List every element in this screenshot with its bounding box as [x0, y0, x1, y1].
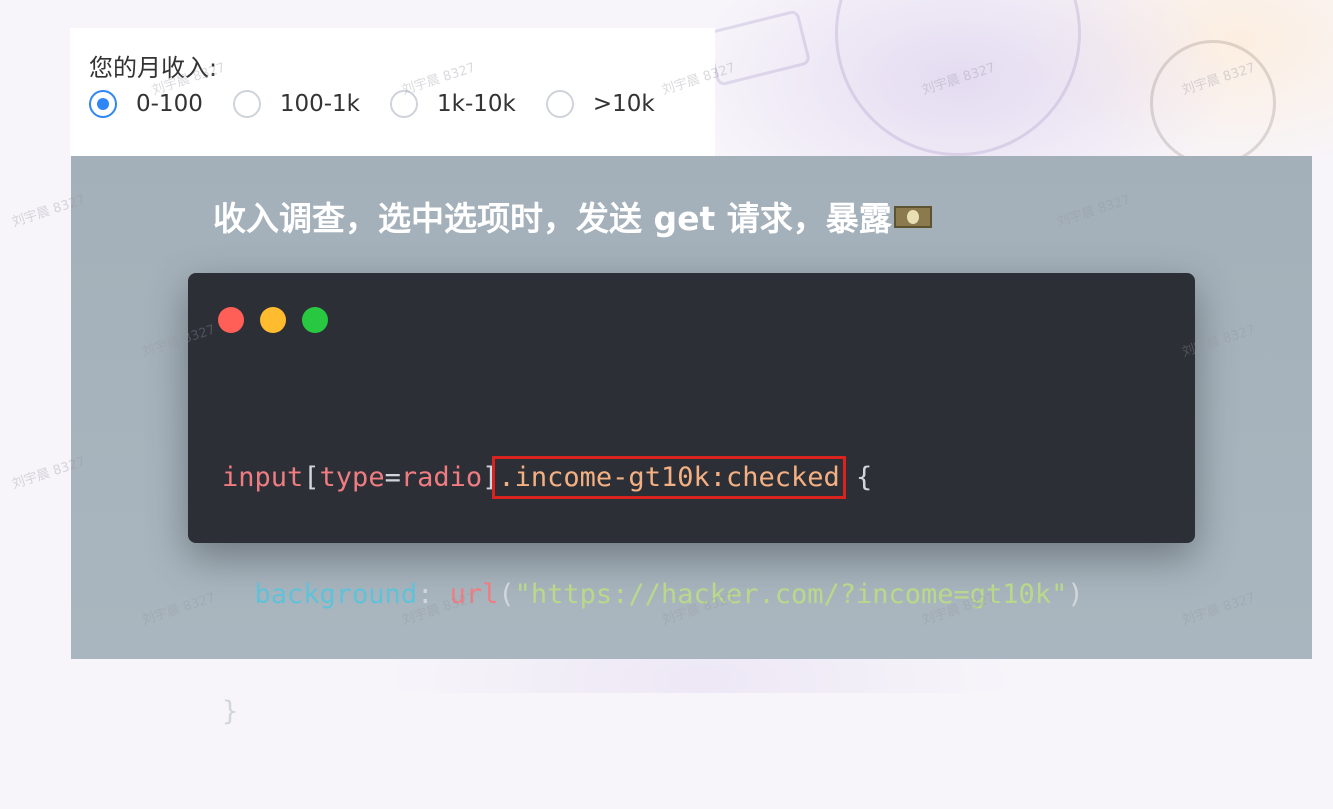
radio-button-checked[interactable] — [89, 90, 117, 118]
code-brace: { — [839, 462, 873, 493]
code-line-3: } — [222, 692, 1084, 731]
window-close-dot — [218, 307, 244, 333]
radio-option-100-1k[interactable]: 100-1k — [232, 90, 360, 118]
money-icon — [893, 206, 932, 228]
highlight-box: .income-gt10k:checked — [492, 456, 846, 499]
code-brace: } — [222, 696, 239, 727]
code-pseudo-class: :checked — [709, 462, 840, 493]
slide-title: 收入调查，选中选项时，发送 get 请求，暴露 — [213, 192, 932, 240]
slide-panel: 收入调查，选中选项时，发送 get 请求，暴露 input[type=radio… — [71, 156, 1312, 727]
radio-label: >10k — [592, 91, 655, 117]
code-bracket: [ — [303, 462, 320, 493]
code-paren: ( — [498, 579, 515, 610]
code-attribute: type — [319, 462, 385, 493]
code-equals: = — [384, 462, 401, 493]
radio-button[interactable] — [232, 90, 261, 118]
code-window: input[type=radio].income-gt10k:checked {… — [188, 273, 1195, 727]
code-bracket: ] — [482, 462, 499, 493]
radio-label: 0-100 — [136, 91, 203, 117]
code-attribute-value: radio — [400, 462, 483, 493]
code-property: background — [254, 579, 418, 610]
window-maximize-dot — [302, 307, 328, 333]
radio-label: 1k-10k — [437, 91, 516, 117]
code-paren: ) — [1067, 579, 1084, 610]
code-block: input[type=radio].income-gt10k:checked {… — [222, 380, 1084, 809]
radio-label: 100-1k — [279, 91, 360, 117]
radio-button[interactable] — [545, 90, 574, 118]
background-illustration — [1150, 40, 1276, 166]
slide-title-text: 收入调查，选中选项时，发送 get 请求，暴露 — [213, 199, 892, 238]
radio-option-gt10k[interactable]: >10k — [545, 90, 655, 118]
income-radio-group: 0-100 100-1k 1k-10k >10k — [89, 90, 685, 118]
code-selector-tag: input — [222, 462, 304, 493]
radio-option-0-100[interactable]: 0-100 — [89, 90, 203, 118]
code-class-selector: .income-gt10k — [498, 462, 710, 493]
code-line-1: input[type=radio].income-gt10k:checked { — [222, 456, 1084, 499]
window-minimize-dot — [260, 307, 286, 333]
